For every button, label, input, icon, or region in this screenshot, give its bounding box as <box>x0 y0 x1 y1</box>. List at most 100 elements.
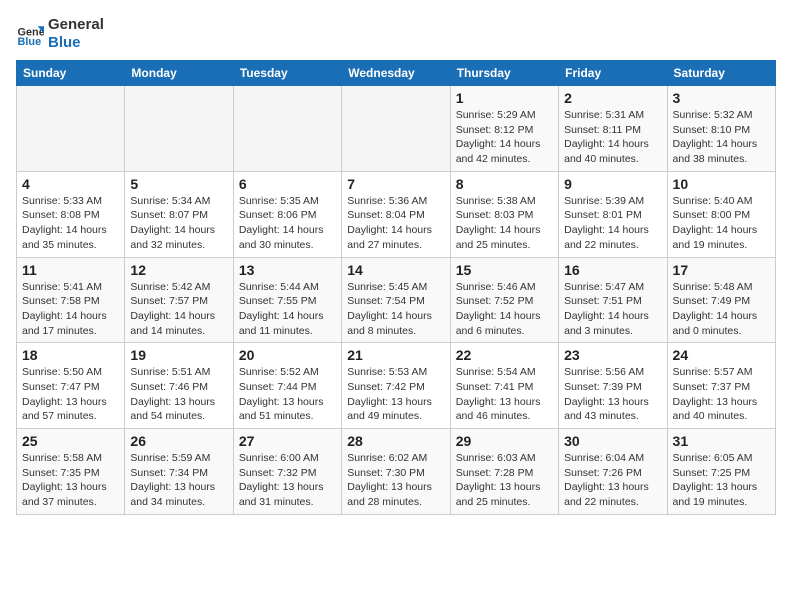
calendar-cell: 26Sunrise: 5:59 AMSunset: 7:34 PMDayligh… <box>125 429 233 515</box>
day-number: 9 <box>564 176 661 192</box>
calendar-cell: 27 Sunrise: 6:00 AMSunset: 7:32 PMDayligh… <box>233 429 341 515</box>
day-number: 20 <box>239 347 336 363</box>
day-number: 19 <box>130 347 227 363</box>
day-number: 11 <box>22 262 119 278</box>
calendar-cell: 28 Sunrise: 6:02 AMSunset: 7:30 PMDayligh… <box>342 429 450 515</box>
day-number: 7 <box>347 176 444 192</box>
calendar-cell: 14 Sunrise: 5:45 AMSunset: 7:54 PMDayligh… <box>342 257 450 343</box>
calendar-cell: 30 Sunrise: 6:04 AMSunset: 7:26 PMDayligh… <box>559 429 667 515</box>
day-number: 22 <box>456 347 553 363</box>
day-number: 25 <box>22 433 119 449</box>
day-number: 15 <box>456 262 553 278</box>
calendar-cell: 9 Sunrise: 5:39 AMSunset: 8:01 PMDaylight… <box>559 171 667 257</box>
calendar-week-row: 1 Sunrise: 5:29 AMSunset: 8:12 PMDaylight… <box>17 86 776 172</box>
day-info: Sunrise: 5:52 AMSunset: 7:44 PMDaylight:… <box>239 365 336 424</box>
calendar-cell <box>233 86 341 172</box>
day-number: 3 <box>673 90 770 106</box>
day-number: 28 <box>347 433 444 449</box>
day-info: Sunrise: 5:44 AMSunset: 7:55 PMDaylight:… <box>239 280 336 339</box>
calendar-day-header: Sunday <box>17 61 125 86</box>
calendar-cell <box>17 86 125 172</box>
day-info: Sunrise: 6:05 AMSunset: 7:25 PMDaylight:… <box>673 451 770 510</box>
day-info: Sunrise: 5:34 AMSunset: 8:07 PMDaylight:… <box>130 194 227 253</box>
calendar-cell: 12 Sunrise: 5:42 AMSunset: 7:57 PMDayligh… <box>125 257 233 343</box>
calendar-week-row: 11 Sunrise: 5:41 AMSunset: 7:58 PMDayligh… <box>17 257 776 343</box>
day-number: 24 <box>673 347 770 363</box>
day-info: Sunrise: 5:42 AMSunset: 7:57 PMDaylight:… <box>130 280 227 339</box>
day-info: Sunrise: 5:56 AMSunset: 7:39 PMDaylight:… <box>564 365 661 424</box>
calendar-day-header: Monday <box>125 61 233 86</box>
logo-icon: General Blue <box>16 20 44 48</box>
calendar-cell: 16 Sunrise: 5:47 AMSunset: 7:51 PMDayligh… <box>559 257 667 343</box>
page-header: General Blue General Blue <box>16 16 776 52</box>
calendar-day-header: Thursday <box>450 61 558 86</box>
day-number: 30 <box>564 433 661 449</box>
day-number: 21 <box>347 347 444 363</box>
calendar-cell: 22Sunrise: 5:54 AMSunset: 7:41 PMDayligh… <box>450 343 558 429</box>
day-number: 14 <box>347 262 444 278</box>
day-info: Sunrise: 5:33 AMSunset: 8:08 PMDaylight:… <box>22 194 119 253</box>
day-number: 12 <box>130 262 227 278</box>
calendar-cell: 24Sunrise: 5:57 AMSunset: 7:37 PMDayligh… <box>667 343 775 429</box>
day-number: 2 <box>564 90 661 106</box>
calendar-cell: 2 Sunrise: 5:31 AMSunset: 8:11 PMDaylight… <box>559 86 667 172</box>
calendar-cell: 6 Sunrise: 5:35 AMSunset: 8:06 PMDaylight… <box>233 171 341 257</box>
day-number: 29 <box>456 433 553 449</box>
calendar-cell <box>342 86 450 172</box>
calendar-day-header: Wednesday <box>342 61 450 86</box>
day-info: Sunrise: 5:32 AMSunset: 8:10 PMDaylight:… <box>673 108 770 167</box>
svg-text:Blue: Blue <box>18 36 42 48</box>
calendar-day-header: Saturday <box>667 61 775 86</box>
calendar-day-header: Tuesday <box>233 61 341 86</box>
calendar-week-row: 4 Sunrise: 5:33 AMSunset: 8:08 PMDaylight… <box>17 171 776 257</box>
calendar-cell: 17Sunrise: 5:48 AMSunset: 7:49 PMDayligh… <box>667 257 775 343</box>
day-info: Sunrise: 5:35 AMSunset: 8:06 PMDaylight:… <box>239 194 336 253</box>
day-info: Sunrise: 5:29 AMSunset: 8:12 PMDaylight:… <box>456 108 553 167</box>
calendar-cell: 25Sunrise: 5:58 AMSunset: 7:35 PMDayligh… <box>17 429 125 515</box>
day-info: Sunrise: 5:45 AMSunset: 7:54 PMDaylight:… <box>347 280 444 339</box>
calendar-cell: 10 Sunrise: 5:40 AMSunset: 8:00 PMDayligh… <box>667 171 775 257</box>
logo-line2: Blue <box>48 34 104 52</box>
calendar-cell: 11 Sunrise: 5:41 AMSunset: 7:58 PMDayligh… <box>17 257 125 343</box>
day-number: 10 <box>673 176 770 192</box>
calendar-cell: 4 Sunrise: 5:33 AMSunset: 8:08 PMDaylight… <box>17 171 125 257</box>
day-info: Sunrise: 5:41 AMSunset: 7:58 PMDaylight:… <box>22 280 119 339</box>
day-info: Sunrise: 6:02 AMSunset: 7:30 PMDaylight:… <box>347 451 444 510</box>
logo: General Blue General Blue <box>16 16 104 52</box>
day-info: Sunrise: 5:46 AMSunset: 7:52 PMDaylight:… <box>456 280 553 339</box>
calendar-cell: 15 Sunrise: 5:46 AMSunset: 7:52 PMDayligh… <box>450 257 558 343</box>
day-number: 18 <box>22 347 119 363</box>
day-number: 6 <box>239 176 336 192</box>
calendar-header-row: SundayMondayTuesdayWednesdayThursdayFrid… <box>17 61 776 86</box>
logo-line1: General <box>48 16 104 34</box>
day-info: Sunrise: 5:39 AMSunset: 8:01 PMDaylight:… <box>564 194 661 253</box>
day-number: 31 <box>673 433 770 449</box>
calendar-cell: 31 Sunrise: 6:05 AMSunset: 7:25 PMDayligh… <box>667 429 775 515</box>
day-info: Sunrise: 5:53 AMSunset: 7:42 PMDaylight:… <box>347 365 444 424</box>
calendar-cell: 13Sunrise: 5:44 AMSunset: 7:55 PMDayligh… <box>233 257 341 343</box>
day-info: Sunrise: 5:31 AMSunset: 8:11 PMDaylight:… <box>564 108 661 167</box>
calendar-cell: 1 Sunrise: 5:29 AMSunset: 8:12 PMDaylight… <box>450 86 558 172</box>
day-info: Sunrise: 5:40 AMSunset: 8:00 PMDaylight:… <box>673 194 770 253</box>
day-number: 23 <box>564 347 661 363</box>
calendar-week-row: 18Sunrise: 5:50 AMSunset: 7:47 PMDayligh… <box>17 343 776 429</box>
day-info: Sunrise: 5:47 AMSunset: 7:51 PMDaylight:… <box>564 280 661 339</box>
day-number: 4 <box>22 176 119 192</box>
day-number: 5 <box>130 176 227 192</box>
day-number: 1 <box>456 90 553 106</box>
day-number: 8 <box>456 176 553 192</box>
day-number: 27 <box>239 433 336 449</box>
day-number: 17 <box>673 262 770 278</box>
day-number: 16 <box>564 262 661 278</box>
day-info: Sunrise: 5:51 AMSunset: 7:46 PMDaylight:… <box>130 365 227 424</box>
calendar-cell: 23 Sunrise: 5:56 AMSunset: 7:39 PMDayligh… <box>559 343 667 429</box>
day-info: Sunrise: 6:03 AMSunset: 7:28 PMDaylight:… <box>456 451 553 510</box>
calendar-cell <box>125 86 233 172</box>
day-info: Sunrise: 5:36 AMSunset: 8:04 PMDaylight:… <box>347 194 444 253</box>
calendar-cell: 8Sunrise: 5:38 AMSunset: 8:03 PMDaylight… <box>450 171 558 257</box>
day-number: 26 <box>130 433 227 449</box>
day-info: Sunrise: 6:04 AMSunset: 7:26 PMDaylight:… <box>564 451 661 510</box>
calendar-week-row: 25Sunrise: 5:58 AMSunset: 7:35 PMDayligh… <box>17 429 776 515</box>
calendar-cell: 21 Sunrise: 5:53 AMSunset: 7:42 PMDayligh… <box>342 343 450 429</box>
day-info: Sunrise: 6:00 AMSunset: 7:32 PMDaylight:… <box>239 451 336 510</box>
